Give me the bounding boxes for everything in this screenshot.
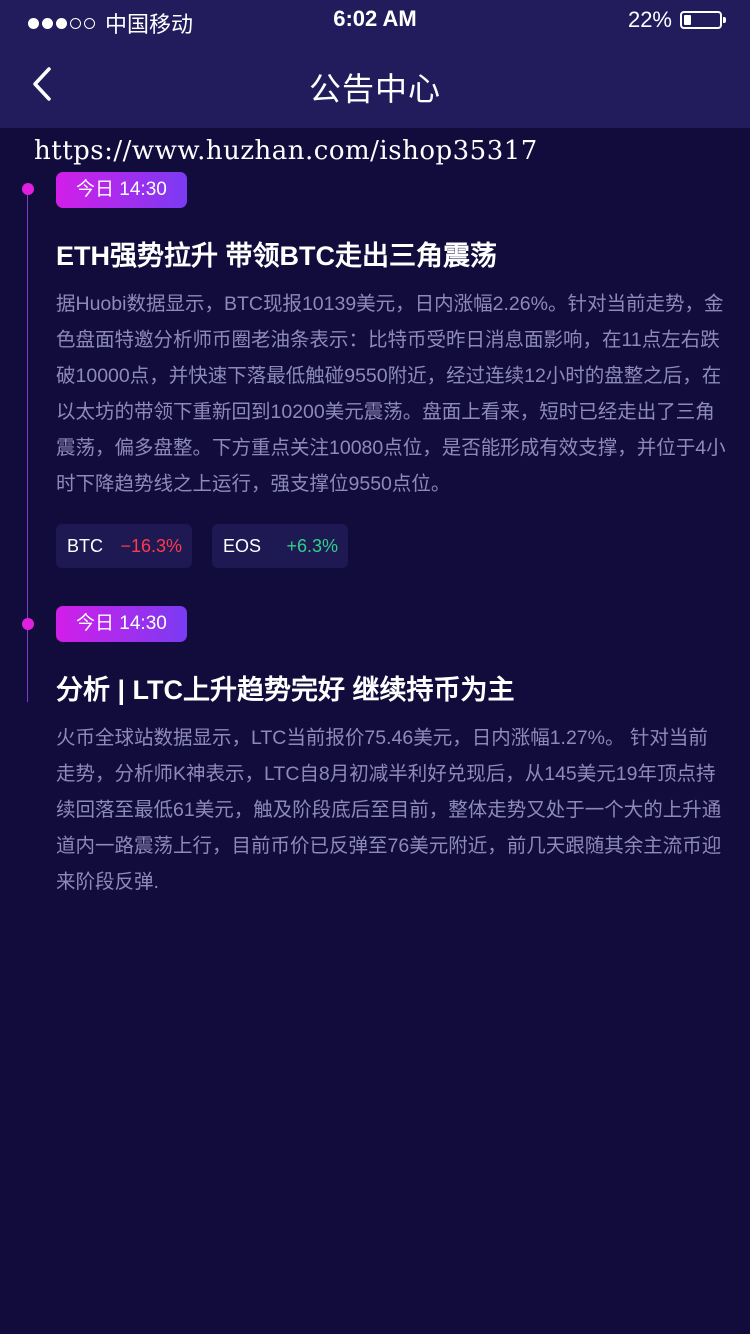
page-title: 公告中心	[308, 71, 441, 107]
coin-tags: BTC −16.3% EOS +6.3%	[56, 524, 726, 568]
timeline-dot	[22, 183, 34, 195]
time-badge: 今日 14:30	[56, 172, 187, 208]
article-card[interactable]: 今日 14:30 ETH强势拉升 带领BTC走出三角震荡 据Huobi数据显示，…	[56, 172, 726, 568]
article-card[interactable]: 今日 14:30 分析 | LTC上升趋势完好 继续持币为主 火币全球站数据显示…	[56, 606, 726, 900]
time-badge: 今日 14:30	[56, 606, 187, 642]
coin-change: +6.3%	[286, 535, 338, 556]
status-bar: 中国移动 6:02 AM 22%	[0, 0, 750, 40]
article-title[interactable]: 分析 | LTC上升趋势完好 继续持币为主	[56, 670, 726, 710]
coin-name: EOS	[223, 535, 262, 556]
coin-tag-btc[interactable]: BTC −16.3%	[56, 524, 192, 568]
article-body: 火币全球站数据显示，LTC当前报价75.46美元，日内涨幅1.27%。 针对当前…	[56, 727, 722, 893]
article-title[interactable]: ETH强势拉升 带领BTC走出三角震荡	[56, 236, 726, 276]
coin-change: −16.3%	[120, 535, 182, 556]
battery-icon	[680, 11, 726, 29]
status-right: 22%	[627, 7, 726, 33]
article-body: 据Huobi数据显示，BTC现报10139美元，日内涨幅2.26%。针对当前走势…	[56, 293, 726, 495]
watermark-url: https://www.huzhan.com/ishop35317	[34, 136, 538, 166]
battery-percent: 22%	[627, 7, 672, 32]
header: 中国移动 6:02 AM 22% 公告中心	[0, 0, 750, 128]
coin-tag-eos[interactable]: EOS +6.3%	[212, 524, 348, 568]
timeline-dot	[22, 618, 34, 630]
coin-name: BTC	[67, 535, 103, 556]
nav-bar: 公告中心	[0, 40, 750, 128]
